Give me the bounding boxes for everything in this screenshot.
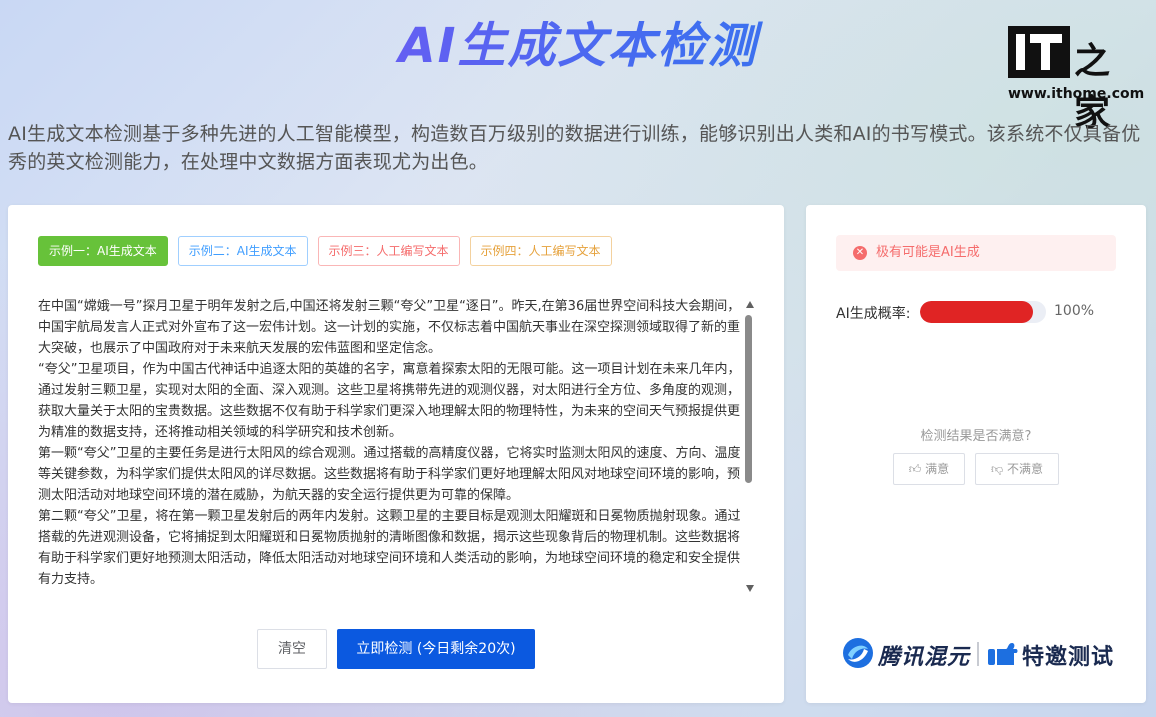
tab-example-4[interactable]: 示例四：人工编写文本 <box>469 236 612 266</box>
probability-label: AI生成概率: <box>836 306 911 322</box>
hunyuan-logo-icon <box>843 638 873 668</box>
brand-name: 腾讯混元 <box>878 645 971 670</box>
scroll-thumb[interactable] <box>745 315 752 483</box>
probability-fill <box>920 301 1034 323</box>
example-tabs: 示例一：AI生成文本 示例二：AI生成文本 示例三：人工编写文本 示例四：人工编… <box>38 236 612 266</box>
unsatisfied-label: 不满意 <box>1007 462 1044 476</box>
error-icon: ✕ <box>853 246 867 260</box>
satisfied-button[interactable]: 👍︎ 满意 <box>893 453 965 485</box>
text-scrollbar[interactable] <box>744 301 756 593</box>
description: AI生成文本检测基于多种先进的人工智能模型，构造数百万级别的数据进行训练，能够识… <box>8 123 1141 173</box>
tab-example-1[interactable]: 示例一：AI生成文本 <box>38 236 168 266</box>
thumbs-down-icon: 👎︎ <box>990 462 1004 476</box>
brand-divider <box>977 642 979 666</box>
probability-value: 100% <box>1054 303 1095 319</box>
probability-bar <box>920 301 1046 323</box>
ithome-logo: 之家 www.ithome.com <box>1008 26 1144 134</box>
satisfied-label: 满意 <box>925 462 950 476</box>
text-input[interactable]: 在中国“嫦娥一号”探月卫星于明年发射之后,中国还将发射三颗“夸父”卫星“逐日”。… <box>38 296 744 598</box>
it-logo-icon <box>1008 26 1070 78</box>
tab-example-3[interactable]: 示例三：人工编写文本 <box>317 236 460 266</box>
brand-footer: 腾讯混元 特邀测试 <box>842 633 1132 673</box>
invite-label: 特邀测试 <box>1022 645 1115 670</box>
result-alert: ✕ 极有可能是AI生成 <box>836 235 1116 271</box>
result-panel: ✕ 极有可能是AI生成 AI生成概率: 100% 检测结果是否满意? 👍︎ 满意… <box>806 205 1146 703</box>
unsatisfied-button[interactable]: 👎︎ 不满意 <box>975 453 1059 485</box>
page-title: AI生成文本检测 <box>0 6 1156 76</box>
satisfaction-question: 检测结果是否满意? <box>920 429 1032 444</box>
hand-pointer-icon <box>988 643 1018 665</box>
tab-example-2[interactable]: 示例二：AI生成文本 <box>177 236 308 266</box>
logo-url: www.ithome.com <box>1008 86 1145 102</box>
thumbs-up-icon: 👍︎ <box>908 462 922 476</box>
input-panel: 示例一：AI生成文本 示例二：AI生成文本 示例三：人工编写文本 示例四：人工编… <box>8 205 784 703</box>
alert-text: 极有可能是AI生成 <box>876 245 980 260</box>
detect-button[interactable]: 立即检测 (今日剩余20次) <box>337 629 535 669</box>
scroll-down-arrow-icon[interactable] <box>746 585 754 592</box>
clear-button[interactable]: 清空 <box>257 629 327 669</box>
scroll-up-arrow-icon[interactable] <box>746 301 754 308</box>
